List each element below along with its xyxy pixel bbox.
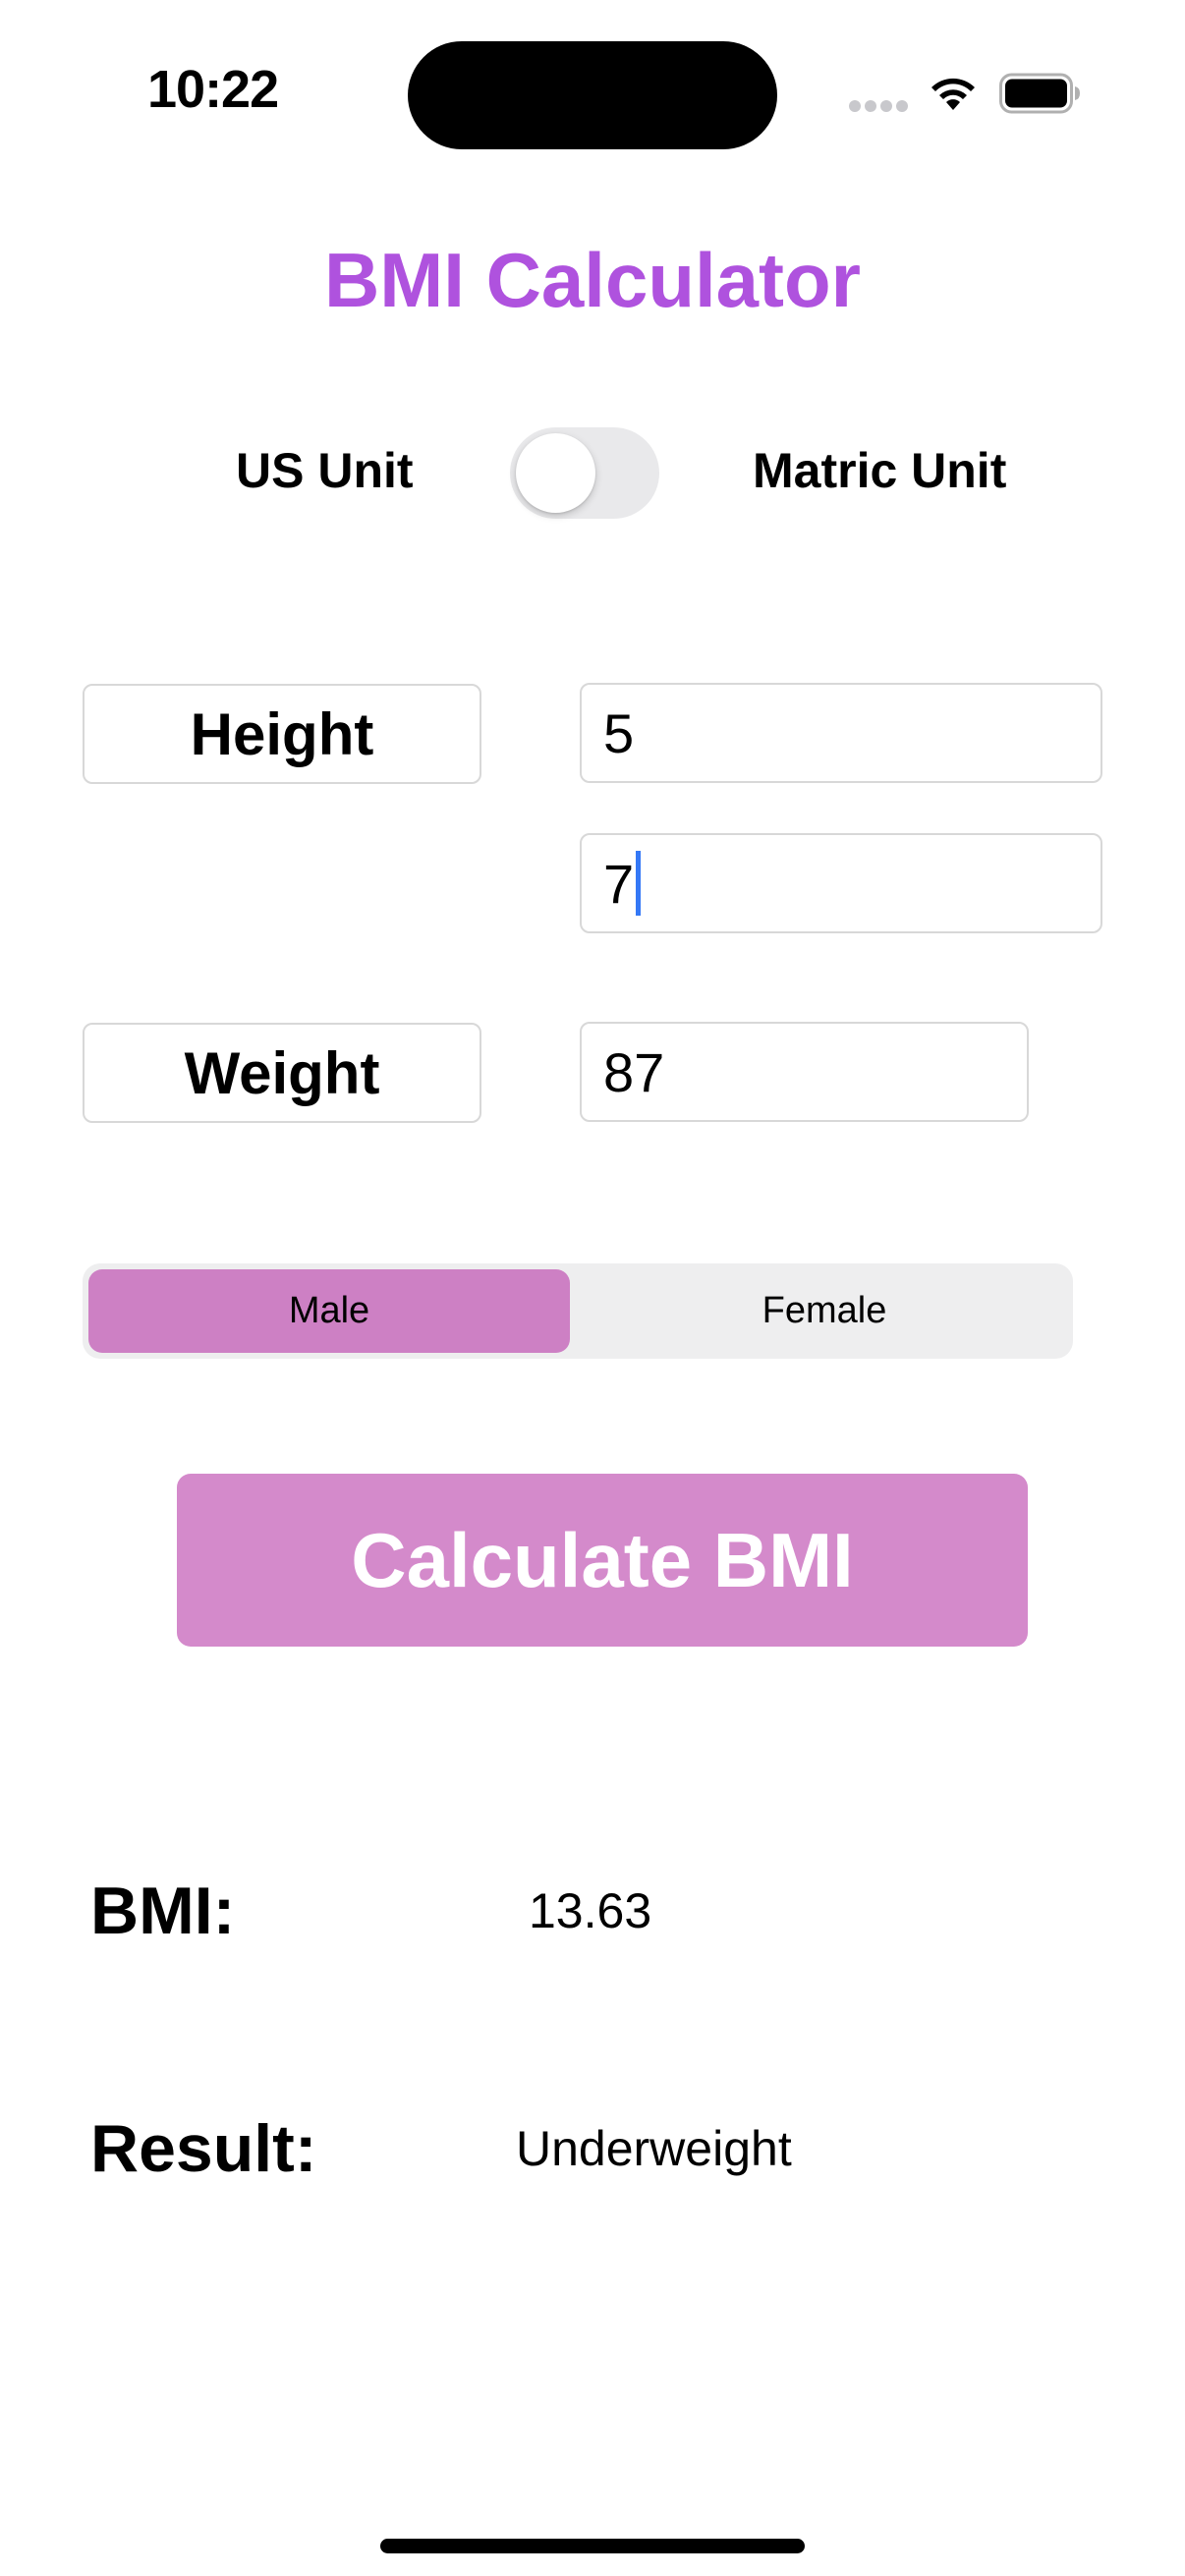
weight-field[interactable]: 87 [580,1022,1029,1122]
weight-label: Weight [83,1023,481,1123]
segment-female[interactable]: Female [582,1269,1067,1353]
result-label: Result: [90,2111,317,2186]
gender-segmented-control: Male Female [83,1263,1073,1359]
page-title: BMI Calculator [323,237,862,323]
signal-icon [849,100,908,112]
height-feet-field[interactable]: 5 [580,683,1102,783]
status-time: 10:22 [147,60,279,119]
height-label: Height [83,684,481,784]
weight-value: 87 [603,1040,665,1103]
calculate-bmi-button[interactable]: Calculate BMI [177,1474,1028,1647]
bmi-value: 13.63 [529,1883,652,1938]
metric-unit-label: Matric Unit [753,443,1007,498]
battery-icon [999,73,1080,114]
result-value: Underweight [516,2121,792,2176]
bmi-label: BMI: [90,1874,236,1948]
toggle-knob [516,433,595,513]
height-inches-field[interactable]: 7 [580,833,1102,933]
home-indicator[interactable] [380,2539,805,2553]
segment-male[interactable]: Male [88,1269,570,1353]
text-cursor [636,851,642,916]
height-inches-value: 7 [603,852,635,915]
bmi-calculator-screen: 10:22 BMI Calculator US Unit Matric Unit… [0,0,1185,2576]
wifi-icon [931,78,975,110]
unit-toggle-switch[interactable] [510,427,659,519]
us-unit-label: US Unit [236,443,414,498]
height-feet-value: 5 [603,701,635,764]
dynamic-island [408,41,777,149]
